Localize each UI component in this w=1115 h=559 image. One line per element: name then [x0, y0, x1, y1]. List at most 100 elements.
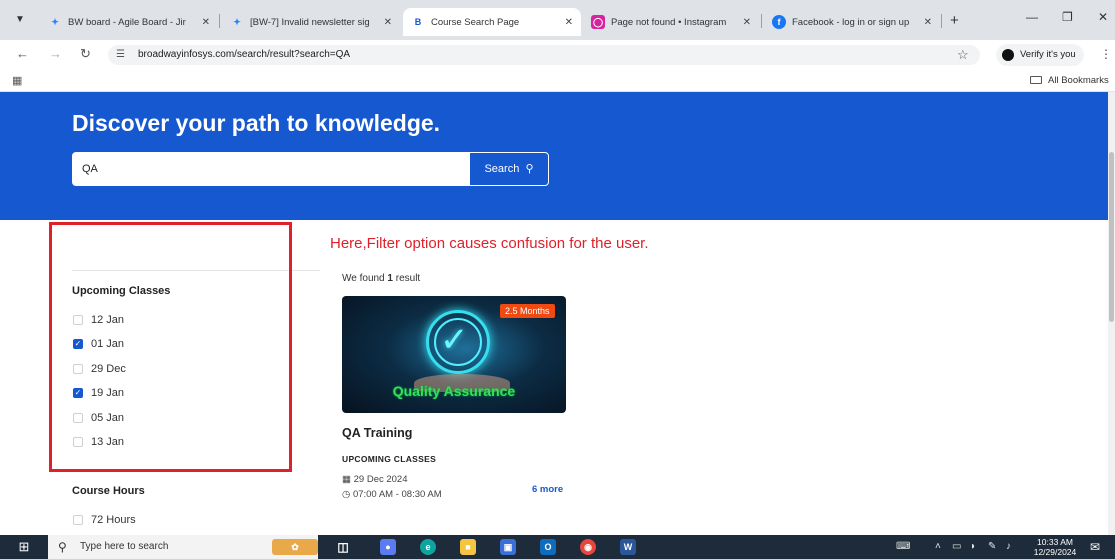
- more-menu-icon[interactable]: ⋮: [1100, 47, 1112, 61]
- keyboard-icon[interactable]: ⌨: [896, 541, 910, 552]
- file-explorer-icon[interactable]: ■: [460, 539, 476, 555]
- tab-title: Course Search Page: [431, 16, 520, 28]
- close-tab-icon[interactable]: ✕: [918, 17, 932, 28]
- restore-icon[interactable]: ❐: [1062, 10, 1073, 24]
- site-info-icon[interactable]: ☰: [116, 45, 125, 65]
- tab-course-search[interactable]: B Course Search Page ✕: [403, 8, 581, 36]
- annotation-highlight-box: [49, 222, 292, 472]
- close-tab-icon[interactable]: ✕: [559, 17, 573, 28]
- option-label: 72 Hours: [91, 514, 136, 526]
- results-prefix: We found: [342, 273, 385, 284]
- results-number: 1: [387, 273, 393, 284]
- class-date-text: 29 Dec 2024: [353, 474, 408, 485]
- taskbar-clock[interactable]: 10:33 AM 12/29/2024: [1030, 537, 1080, 557]
- duration-badge: 2.5 Months: [500, 304, 555, 318]
- image-caption: Quality Assurance: [392, 383, 516, 399]
- chrome-icon[interactable]: ◉: [580, 539, 596, 555]
- tab-instagram[interactable]: ◯ Page not found • Instagram ✕: [583, 8, 759, 36]
- hero-banner: Discover your path to knowledge. QA Sear…: [0, 92, 1115, 220]
- jira-icon: ✦: [233, 16, 241, 27]
- upcoming-classes-label: UPCOMING CLASSES: [342, 454, 437, 464]
- course-hours-heading: Course Hours: [72, 485, 145, 497]
- back-arrow-icon[interactable]: ←: [16, 46, 29, 61]
- holiday-decoration-icon[interactable]: ✿: [272, 539, 318, 555]
- results-count: We found 1 result: [342, 273, 420, 284]
- clock-date: 12/29/2024: [1033, 547, 1077, 557]
- search-button-label: Search: [484, 163, 520, 175]
- edge-icon[interactable]: e: [420, 539, 436, 555]
- page-title: Discover your path to knowledge.: [72, 110, 441, 136]
- calendar-icon: ▦: [342, 474, 351, 485]
- reload-icon[interactable]: ↻: [80, 46, 91, 62]
- close-window-icon[interactable]: ✕: [1098, 10, 1108, 24]
- address-toolbar: ← → ↻ ☰ broadwayinfosys.com/search/resul…: [0, 40, 1115, 70]
- apps-grid-icon[interactable]: ▦: [12, 74, 22, 87]
- folder-icon: [1030, 76, 1042, 84]
- course-title-link[interactable]: QA Training: [342, 426, 412, 440]
- course-card-image[interactable]: ✓ 2.5 Months Quality Assurance: [342, 296, 566, 413]
- volume-icon[interactable]: ♪: [1006, 541, 1011, 552]
- search-input[interactable]: QA: [72, 152, 469, 186]
- browser-tab-bar: ▼ ✦ BW board - Agile Board - Jir ✕ ✦ [BW…: [0, 0, 1115, 40]
- minimize-icon[interactable]: —: [1026, 10, 1038, 24]
- pen-icon[interactable]: ✎: [988, 541, 996, 552]
- windows-taskbar: ⊞ ⚲ Type here to search ✿ ◫ ● e ■ ▣ O ◉ …: [0, 535, 1115, 559]
- search-button[interactable]: Search ⚲: [469, 152, 549, 186]
- checkmark-icon: ✓: [440, 321, 469, 359]
- all-bookmarks-button[interactable]: All Bookmarks: [1030, 75, 1109, 86]
- class-time-text: 07:00 AM - 08:30 AM: [352, 489, 442, 500]
- class-time: ◷ 07:00 AM - 08:30 AM: [342, 489, 442, 500]
- bookmark-star-icon[interactable]: ☆: [957, 47, 969, 63]
- battery-icon[interactable]: ▭: [952, 541, 961, 552]
- tab-facebook[interactable]: f Facebook - log in or sign up ✕: [764, 8, 940, 36]
- store-icon[interactable]: ▣: [500, 539, 516, 555]
- taskbar-search-placeholder: Type here to search: [80, 541, 169, 552]
- filter-option-72-hours[interactable]: 72 Hours: [73, 512, 136, 528]
- clock-time: 10:33 AM: [1037, 537, 1073, 547]
- results-suffix: result: [395, 273, 421, 284]
- all-bookmarks-label: All Bookmarks: [1048, 75, 1109, 86]
- copilot-icon[interactable]: ●: [380, 539, 396, 555]
- search-icon: ⚲: [58, 540, 67, 554]
- tab-title: Facebook - log in or sign up: [792, 16, 910, 28]
- clock-icon: ◷: [342, 489, 351, 500]
- search-icon: ⚲: [522, 163, 534, 175]
- windows-start-icon[interactable]: ⊞: [0, 535, 48, 559]
- jira-icon: ✦: [51, 16, 59, 27]
- tab-bw-7[interactable]: ✦ [BW-7] Invalid newsletter sig ✕: [222, 8, 400, 36]
- url-bar[interactable]: ☰ broadwayinfosys.com/search/result?sear…: [108, 45, 980, 65]
- forward-arrow-icon[interactable]: →: [49, 46, 62, 61]
- notification-icon[interactable]: ✉: [1090, 540, 1100, 554]
- url-text: broadwayinfosys.com/search/result?search…: [138, 49, 351, 60]
- scrollbar-thumb[interactable]: [1109, 152, 1114, 322]
- close-tab-icon[interactable]: ✕: [196, 17, 210, 28]
- page-scrollbar[interactable]: [1108, 92, 1115, 535]
- profile-button[interactable]: Verify it's you: [996, 44, 1084, 66]
- network-icon[interactable]: ◗: [970, 541, 976, 552]
- close-tab-icon[interactable]: ✕: [378, 17, 392, 28]
- avatar: [1002, 49, 1014, 61]
- tab-title: Page not found • Instagram: [611, 16, 727, 28]
- tab-separator: [761, 14, 762, 28]
- tab-separator: [219, 14, 220, 28]
- class-date: ▦ 29 Dec 2024: [342, 474, 408, 485]
- checkbox[interactable]: [73, 515, 83, 525]
- outlook-icon[interactable]: O: [540, 539, 556, 555]
- word-icon[interactable]: W: [620, 539, 636, 555]
- task-view-icon[interactable]: ◫: [335, 539, 351, 555]
- facebook-icon: f: [772, 15, 786, 29]
- tab-search-chevron-icon[interactable]: ▼: [12, 12, 28, 28]
- tab-separator: [941, 14, 942, 28]
- close-tab-icon[interactable]: ✕: [737, 17, 751, 28]
- profile-label: Verify it's you: [1020, 49, 1076, 60]
- tab-title: BW board - Agile Board - Jir: [68, 16, 186, 28]
- more-classes-link[interactable]: 6 more: [532, 484, 563, 495]
- instagram-icon: ◯: [591, 15, 605, 29]
- tab-bw-board[interactable]: ✦ BW board - Agile Board - Jir ✕: [40, 8, 218, 36]
- tab-title: [BW-7] Invalid newsletter sig: [250, 16, 370, 28]
- annotation-text: Here,Filter option causes confusion for …: [330, 235, 649, 252]
- bookmarks-bar: ▦ All Bookmarks: [0, 70, 1115, 92]
- site-logo-icon: B: [414, 17, 422, 27]
- new-tab-plus-icon[interactable]: +: [950, 12, 959, 29]
- tray-chevron-icon[interactable]: ˄: [935, 541, 941, 552]
